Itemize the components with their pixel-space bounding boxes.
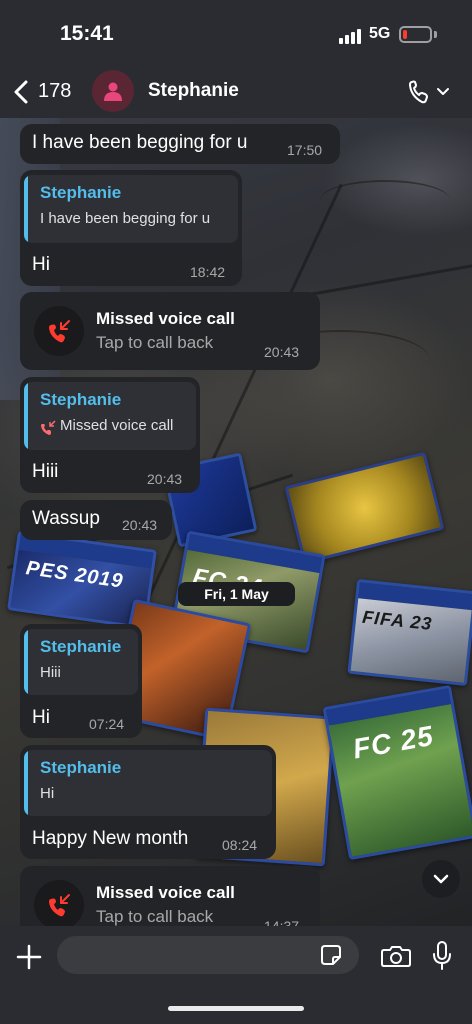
missed-call-small-icon <box>41 420 56 435</box>
quote-text: Hi <box>40 785 55 802</box>
missed-call-bubble[interactable]: Missed voice call Tap to call back 20:43 <box>20 292 320 370</box>
battery-level <box>403 30 407 39</box>
microphone-icon[interactable] <box>432 941 452 971</box>
message-time: 17:50 <box>287 142 323 158</box>
sticker-icon[interactable] <box>320 944 342 966</box>
cellular-signal-icon <box>339 28 363 44</box>
avatar[interactable] <box>92 70 134 112</box>
call-title: Missed voice call <box>96 883 235 902</box>
message-bubble[interactable]: Stephanie Hi Happy New month 08:24 <box>20 745 276 859</box>
message-time: 07:24 <box>89 716 125 732</box>
voice-call-button[interactable] <box>406 78 452 106</box>
message-time: 20:43 <box>264 344 300 360</box>
message-text: I have been begging for u <box>32 132 248 153</box>
message-text: Happy New month <box>32 828 189 849</box>
message-time: 20:43 <box>147 471 183 487</box>
network-type: 5G <box>369 25 391 42</box>
message-bubble[interactable]: Stephanie Missed voice call Hiii 20:43 <box>20 377 200 493</box>
scroll-to-bottom-button[interactable] <box>422 860 460 898</box>
battery-tip <box>434 31 437 38</box>
quote-author: Stephanie <box>40 390 122 409</box>
quote-text: I have been begging for u <box>40 210 211 227</box>
back-unread-count[interactable]: 178 <box>38 80 71 103</box>
message-bubble[interactable]: Stephanie I have been begging for u Hi 1… <box>20 170 242 286</box>
message-input[interactable] <box>57 936 359 974</box>
message-time: 08:24 <box>222 837 258 853</box>
message-time: 18:42 <box>190 264 226 280</box>
quote-author: Stephanie <box>40 183 122 202</box>
status-time: 15:41 <box>60 22 114 45</box>
game-case-fifa23: FIFA 23 <box>347 578 472 687</box>
quote-text: Hiii <box>40 664 61 681</box>
missed-call-icon <box>34 880 84 930</box>
call-subtitle: Tap to call back <box>96 907 214 926</box>
status-bar: 15:41 5G <box>0 0 472 66</box>
marble-vein <box>320 180 450 220</box>
message-time: 20:43 <box>122 517 158 533</box>
game-case-gold <box>284 451 445 565</box>
chat-header: 178 Stephanie <box>0 66 472 118</box>
game-case-fc25: FC 25 <box>322 684 472 861</box>
quoted-message[interactable]: Stephanie Hi <box>24 750 272 816</box>
message-text: Wassup <box>32 508 100 529</box>
message-text: Hiii <box>32 461 59 482</box>
person-icon <box>104 82 122 101</box>
quoted-message[interactable]: Stephanie Hiii <box>24 629 138 695</box>
message-text: Hi <box>32 707 50 728</box>
quote-author: Stephanie <box>40 758 122 777</box>
call-title: Missed voice call <box>96 309 235 328</box>
camera-icon[interactable] <box>381 944 411 968</box>
back-chevron-icon[interactable] <box>12 80 32 104</box>
message-bubble[interactable]: I have been begging for u 17:50 <box>20 124 340 164</box>
quoted-message[interactable]: Stephanie I have been begging for u <box>24 175 238 243</box>
missed-call-icon <box>34 306 84 356</box>
home-indicator <box>168 1006 304 1011</box>
composer-bar <box>0 926 472 1024</box>
message-bubble[interactable]: Stephanie Hiii Hi 07:24 <box>20 624 142 738</box>
date-separator: Fri, 1 May <box>178 582 295 606</box>
quote-text: Missed voice call <box>60 417 174 434</box>
plus-icon[interactable] <box>16 944 42 970</box>
message-text: Hi <box>32 254 50 275</box>
call-subtitle: Tap to call back <box>96 333 214 352</box>
contact-name[interactable]: Stephanie <box>148 80 239 102</box>
chevron-down-icon <box>433 874 449 884</box>
quoted-message[interactable]: Stephanie Missed voice call <box>24 382 196 450</box>
quote-author: Stephanie <box>40 637 122 656</box>
battery-icon <box>399 26 432 43</box>
message-bubble[interactable]: Wassup 20:43 <box>20 500 172 540</box>
